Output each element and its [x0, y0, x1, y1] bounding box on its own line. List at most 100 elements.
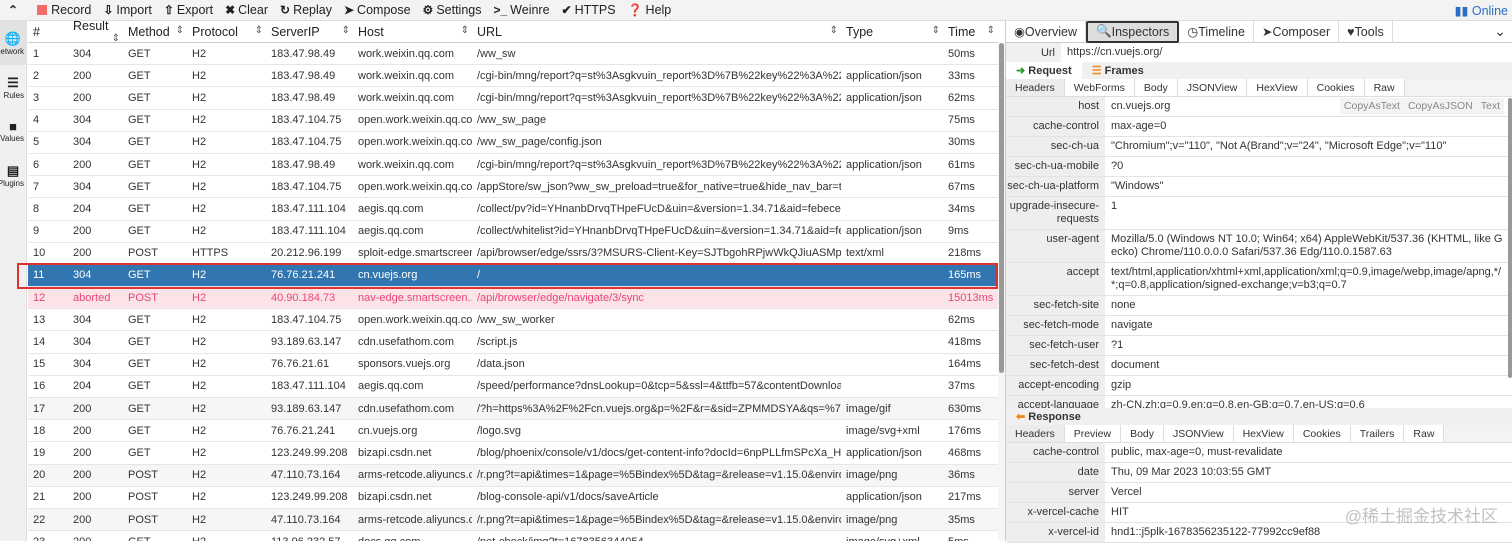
table-row[interactable]: 16 204 GET H2 183.47.111.104 aegis.qq.com/spe…: [28, 376, 998, 398]
tab-composer[interactable]: ➤ Composer: [1254, 20, 1340, 43]
sort-icon[interactable]: ⇕: [927, 25, 940, 36]
copy-button-copyasjson[interactable]: CopyAsJSON: [1408, 100, 1473, 112]
header-value[interactable]: zh-CN,zh;q=0.9,en;q=0.8,en-GB;q=0.7,en-U…: [1105, 396, 1512, 408]
column-header-time[interactable]: Time ⇕: [943, 25, 998, 39]
table-row[interactable]: 13 304 GET H2 183.47.104.75 open.work.weixin.…: [28, 309, 998, 332]
table-row[interactable]: 18 200 GET H2 76.76.21.241 cn.vuejs.org/logo.…: [28, 420, 998, 443]
column-header-protocol[interactable]: Protocol ⇕: [187, 25, 266, 39]
sort-icon[interactable]: ⇕: [107, 33, 120, 44]
replay-button[interactable]: ↻ Replay: [280, 3, 332, 17]
subtab-headers[interactable]: Headers: [1006, 79, 1065, 96]
inspector-scrollbar[interactable]: [1508, 98, 1512, 378]
subtab-body[interactable]: Body: [1121, 425, 1164, 442]
sidebar-item-plugins[interactable]: ▤ Plugins: [0, 153, 26, 197]
copy-button-text[interactable]: Text: [1481, 100, 1500, 112]
subtab-hexview[interactable]: HexView: [1233, 425, 1294, 442]
table-row[interactable]: 14 304 GET H2 93.189.63.147 cdn.usefathom.com…: [28, 331, 998, 354]
weinre-button[interactable]: >_ Weinre: [493, 3, 549, 17]
header-value[interactable]: none: [1105, 296, 1512, 315]
sort-icon[interactable]: ⇕: [250, 25, 263, 36]
collapse-button[interactable]: ⌃: [8, 3, 21, 17]
copy-button-copyastext[interactable]: CopyAsText: [1344, 100, 1400, 112]
subtab-body[interactable]: Body: [1134, 79, 1178, 96]
online-status[interactable]: ▮▮ Online: [1455, 3, 1508, 18]
header-value[interactable]: "Windows": [1105, 177, 1512, 196]
table-scrollbar[interactable]: [998, 43, 1005, 541]
subtab-raw[interactable]: Raw: [1364, 79, 1405, 96]
column-header-method[interactable]: Method ⇕: [123, 25, 187, 39]
sort-icon[interactable]: ⇕: [825, 25, 838, 36]
scrollbar-thumb[interactable]: [999, 43, 1004, 373]
tab-request[interactable]: ➜ Request: [1006, 62, 1082, 79]
subtab-jsonview[interactable]: JSONView: [1177, 79, 1248, 96]
column-header-url[interactable]: URL ⇕: [472, 25, 841, 39]
tab-timeline[interactable]: ◷ Timeline: [1179, 20, 1254, 43]
record-button[interactable]: Record: [37, 3, 91, 17]
table-row[interactable]: 9 200 GET H2 183.47.111.104 aegis.qq.com/coll…: [28, 221, 998, 243]
sort-icon[interactable]: ⇕: [337, 25, 350, 36]
column-header-type[interactable]: Type ⇕: [841, 25, 943, 39]
header-value[interactable]: Vercel: [1105, 483, 1512, 502]
sort-icon[interactable]: ⇕: [456, 25, 469, 36]
https-button[interactable]: ✔ HTTPS: [562, 3, 616, 17]
subtab-cookies[interactable]: Cookies: [1293, 425, 1351, 442]
sort-icon[interactable]: ⇕: [171, 25, 184, 36]
subtab-webforms[interactable]: WebForms: [1064, 79, 1135, 96]
sort-icon[interactable]: ⇕: [982, 25, 995, 36]
clear-button[interactable]: ✖ Clear: [225, 3, 268, 17]
header-value[interactable]: Thu, 09 Mar 2023 10:03:55 GMT: [1105, 463, 1512, 482]
compose-button[interactable]: ➤ Compose: [344, 3, 411, 17]
column-header-result[interactable]: Result ⇕: [68, 21, 123, 44]
table-row[interactable]: 4 304 GET H2 183.47.104.75 open.work.weixin.q…: [28, 110, 998, 132]
subtab-jsonview[interactable]: JSONView: [1164, 425, 1234, 442]
header-value[interactable]: 1: [1105, 197, 1512, 229]
header-value[interactable]: max-age=0: [1105, 117, 1512, 136]
import-button[interactable]: ⇩ Import: [103, 3, 152, 17]
table-row[interactable]: 15 304 GET H2 76.76.21.61 sponsors.vuejs.org /…: [28, 354, 998, 376]
table-row[interactable]: 5 304 GET H2 183.47.104.75 open.work.weixin.q…: [28, 132, 998, 154]
table-row[interactable]: 12 aborted POST H2 40.90.184.73 nav-edge.smar…: [28, 287, 998, 310]
table-row[interactable]: 3 200 GET H2 183.47.98.49 work.weixin.qq.com /…: [28, 87, 998, 110]
tab-overview[interactable]: ◉ Overview: [1006, 20, 1087, 43]
sidebar-item-network[interactable]: 🌐Network: [0, 21, 26, 65]
table-row[interactable]: 2 200 GET H2 183.47.98.49 work.weixin.qq.com /…: [28, 65, 998, 88]
subtab-trailers[interactable]: Trailers: [1350, 425, 1405, 442]
header-value[interactable]: document: [1105, 356, 1512, 375]
url-value[interactable]: https://cn.vuejs.org/: [1061, 43, 1512, 62]
table-row[interactable]: 1 304 GET H2 183.47.98.49 work.weixin.qq.com /…: [28, 43, 998, 66]
table-row[interactable]: 21 200 POST H2 123.249.99.208 bizapi.csdn.net…: [28, 487, 998, 509]
header-value[interactable]: ?0: [1105, 157, 1512, 176]
column-header-number[interactable]: #: [28, 25, 68, 39]
header-value[interactable]: "Chromium";v="110", "Not A(Brand";v="24"…: [1105, 137, 1512, 156]
column-header-host[interactable]: Host ⇕: [353, 25, 472, 39]
subtab-hexview[interactable]: HexView: [1247, 79, 1308, 96]
table-row[interactable]: 8 204 GET H2 183.47.111.104 aegis.qq.com/coll…: [28, 198, 998, 221]
table-row[interactable]: 10 200 POST HTTPS 20.212.96.199 sploit-edge.s…: [28, 243, 998, 265]
header-value[interactable]: Mozilla/5.0 (Windows NT 10.0; Win64; x64…: [1105, 230, 1512, 262]
settings-button[interactable]: ⚙ Settings: [423, 3, 482, 17]
table-row[interactable]: 6 200 GET H2 183.47.98.49 work.weixin.qq.com /…: [28, 154, 998, 177]
tab-tools[interactable]: ♥ Tools: [1339, 20, 1393, 43]
subtab-cookies[interactable]: Cookies: [1307, 79, 1365, 96]
subtab-raw[interactable]: Raw: [1404, 425, 1445, 442]
column-header-serverip[interactable]: ServerIP ⇕: [266, 25, 353, 39]
table-row[interactable]: 19 200 GET H2 123.249.99.208 bizapi.csdn.net /…: [28, 442, 998, 465]
header-value[interactable]: text/html,application/xhtml+xml,applicat…: [1105, 263, 1512, 295]
table-row[interactable]: 22 200 POST H2 47.110.73.164 arms-retcode.ali…: [28, 508, 998, 532]
subtab-preview[interactable]: Preview: [1064, 425, 1122, 442]
table-row[interactable]: 20 200 POST H2 47.110.73.164 arms-retcode.ali…: [28, 464, 998, 487]
sidebar-item-values[interactable]: ■ Values: [0, 109, 26, 153]
tab-response[interactable]: ⬅ Response: [1006, 408, 1091, 425]
chevron-down-icon[interactable]: ⌄: [1494, 23, 1506, 40]
sidebar-item-rules[interactable]: ☰ Rules: [0, 65, 26, 109]
header-value[interactable]: navigate: [1105, 316, 1512, 335]
header-value[interactable]: public, max-age=0, must-revalidate: [1105, 443, 1512, 462]
table-row[interactable]: 7 304 GET H2 183.47.104.75 open.work.weixin.q…: [28, 176, 998, 199]
subtab-headers[interactable]: Headers: [1006, 425, 1065, 442]
help-button[interactable]: ❓ Help: [628, 3, 672, 17]
table-row[interactable]: 17 200 GET H2 93.189.63.147 cdn.usefathom.com…: [28, 398, 998, 421]
header-value[interactable]: ?1: [1105, 336, 1512, 355]
table-row[interactable]: 11 304 GET H2 76.76.21.241 cn.vuejs.org / 165ms: [28, 264, 998, 288]
export-button[interactable]: ⇧ Export: [164, 3, 213, 17]
table-row[interactable]: 23200GETH2113.96.232.57docs.qq.com/net-c…: [28, 531, 998, 541]
